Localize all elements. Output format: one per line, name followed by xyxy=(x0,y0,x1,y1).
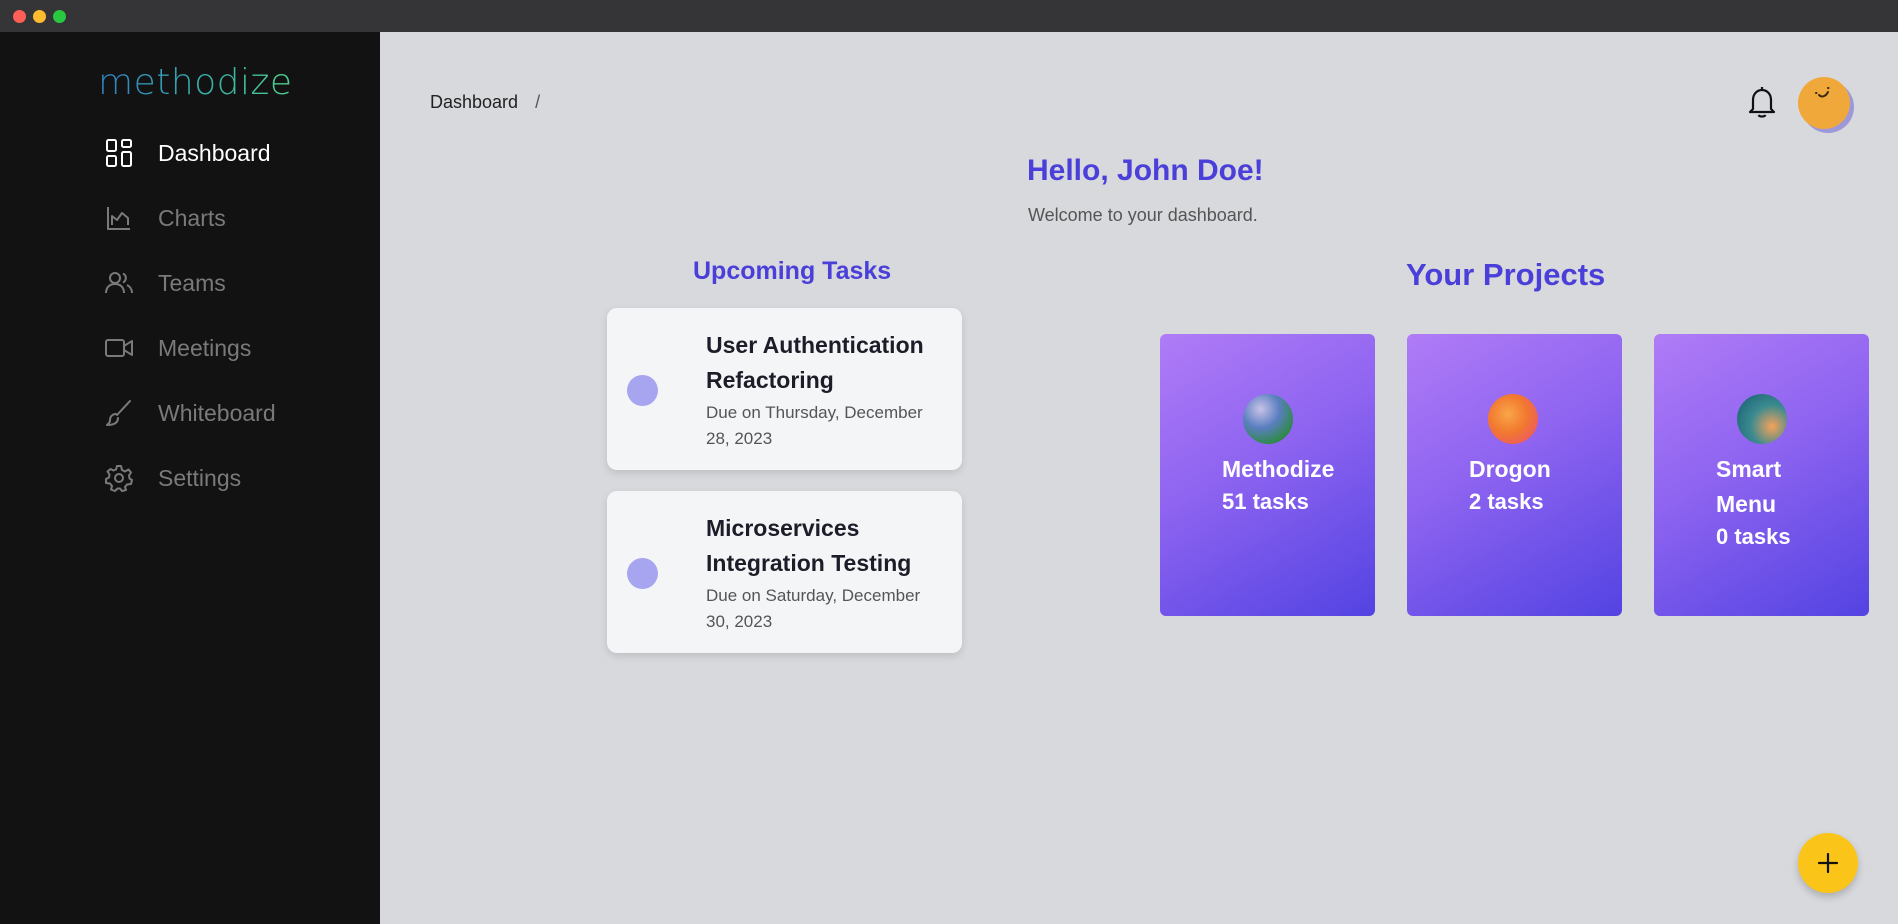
minimize-window-button[interactable] xyxy=(33,10,46,23)
sidebar-item-label: Teams xyxy=(158,269,226,296)
users-icon xyxy=(104,268,134,298)
add-button[interactable] xyxy=(1798,833,1858,893)
sidebar-item-charts[interactable]: Charts xyxy=(104,198,226,238)
sidebar-item-settings[interactable]: Settings xyxy=(104,458,241,498)
gear-icon xyxy=(104,463,134,493)
sidebar: methodize Dashboard Charts Teams Meeting… xyxy=(0,32,380,924)
sidebar-item-label: Meetings xyxy=(158,334,252,361)
sidebar-item-label: Dashboard xyxy=(158,139,271,166)
brush-icon xyxy=(104,398,134,428)
task-status-dot[interactable] xyxy=(627,558,658,589)
sidebar-item-meetings[interactable]: Meetings xyxy=(104,328,251,368)
project-card-methodize[interactable]: Methodize 51 tasks xyxy=(1160,334,1375,616)
project-card-smart-menu[interactable]: Smart Menu 0 tasks xyxy=(1654,334,1869,616)
project-task-count: 2 tasks xyxy=(1469,489,1544,514)
project-task-count: 0 tasks xyxy=(1716,524,1791,549)
window-titlebar xyxy=(0,0,1898,32)
dashboard-icon xyxy=(104,138,134,168)
project-name: Drogon xyxy=(1469,456,1551,482)
upcoming-tasks-title: Upcoming Tasks xyxy=(693,257,892,285)
project-task-count: 51 tasks xyxy=(1222,489,1309,514)
sidebar-item-dashboard[interactable]: Dashboard xyxy=(104,133,271,173)
sidebar-item-label: Whiteboard xyxy=(158,399,276,426)
sidebar-item-teams[interactable]: Teams xyxy=(104,263,226,303)
sidebar-item-label: Charts xyxy=(158,204,226,231)
project-name: Methodize xyxy=(1222,456,1335,482)
task-due-date: Due on Thursday, December 28, 2023 xyxy=(706,403,923,448)
chart-icon xyxy=(104,203,134,233)
sidebar-item-label: Settings xyxy=(158,464,242,491)
project-orb-icon xyxy=(1243,394,1293,444)
task-card[interactable]: User Authentication Refactoring Due on T… xyxy=(607,308,962,470)
project-orb-icon xyxy=(1488,394,1538,444)
your-projects-title: Your Projects xyxy=(1406,257,1606,292)
bell-icon[interactable] xyxy=(1747,84,1777,120)
breadcrumb-dashboard[interactable]: Dashboard xyxy=(430,92,518,112)
video-icon xyxy=(104,333,134,363)
main-content: Dashboard / Hello, John Doe! Welcome to … xyxy=(380,32,1898,924)
project-orb-icon xyxy=(1737,394,1787,444)
plus-icon xyxy=(1817,852,1839,874)
sidebar-item-whiteboard[interactable]: Whiteboard xyxy=(104,393,276,433)
close-window-button[interactable] xyxy=(13,10,26,23)
page-title: Hello, John Doe! xyxy=(1027,154,1264,187)
breadcrumb: Dashboard / xyxy=(430,92,540,113)
breadcrumb-separator: / xyxy=(535,92,541,112)
task-status-dot[interactable] xyxy=(627,375,658,406)
project-card-drogon[interactable]: Drogon 2 tasks xyxy=(1407,334,1622,616)
maximize-window-button[interactable] xyxy=(53,10,66,23)
page-subtitle: Welcome to your dashboard. xyxy=(1028,205,1258,225)
avatar[interactable] xyxy=(1798,77,1850,129)
task-due-date: Due on Saturday, December 30, 2023 xyxy=(706,586,921,631)
task-card[interactable]: Microservices Integration Testing Due on… xyxy=(607,491,962,653)
project-name: Smart Menu xyxy=(1716,456,1782,517)
app-logo[interactable]: methodize xyxy=(98,62,293,103)
task-title: Microservices Integration Testing xyxy=(706,515,912,576)
task-title: User Authentication Refactoring xyxy=(706,332,924,393)
